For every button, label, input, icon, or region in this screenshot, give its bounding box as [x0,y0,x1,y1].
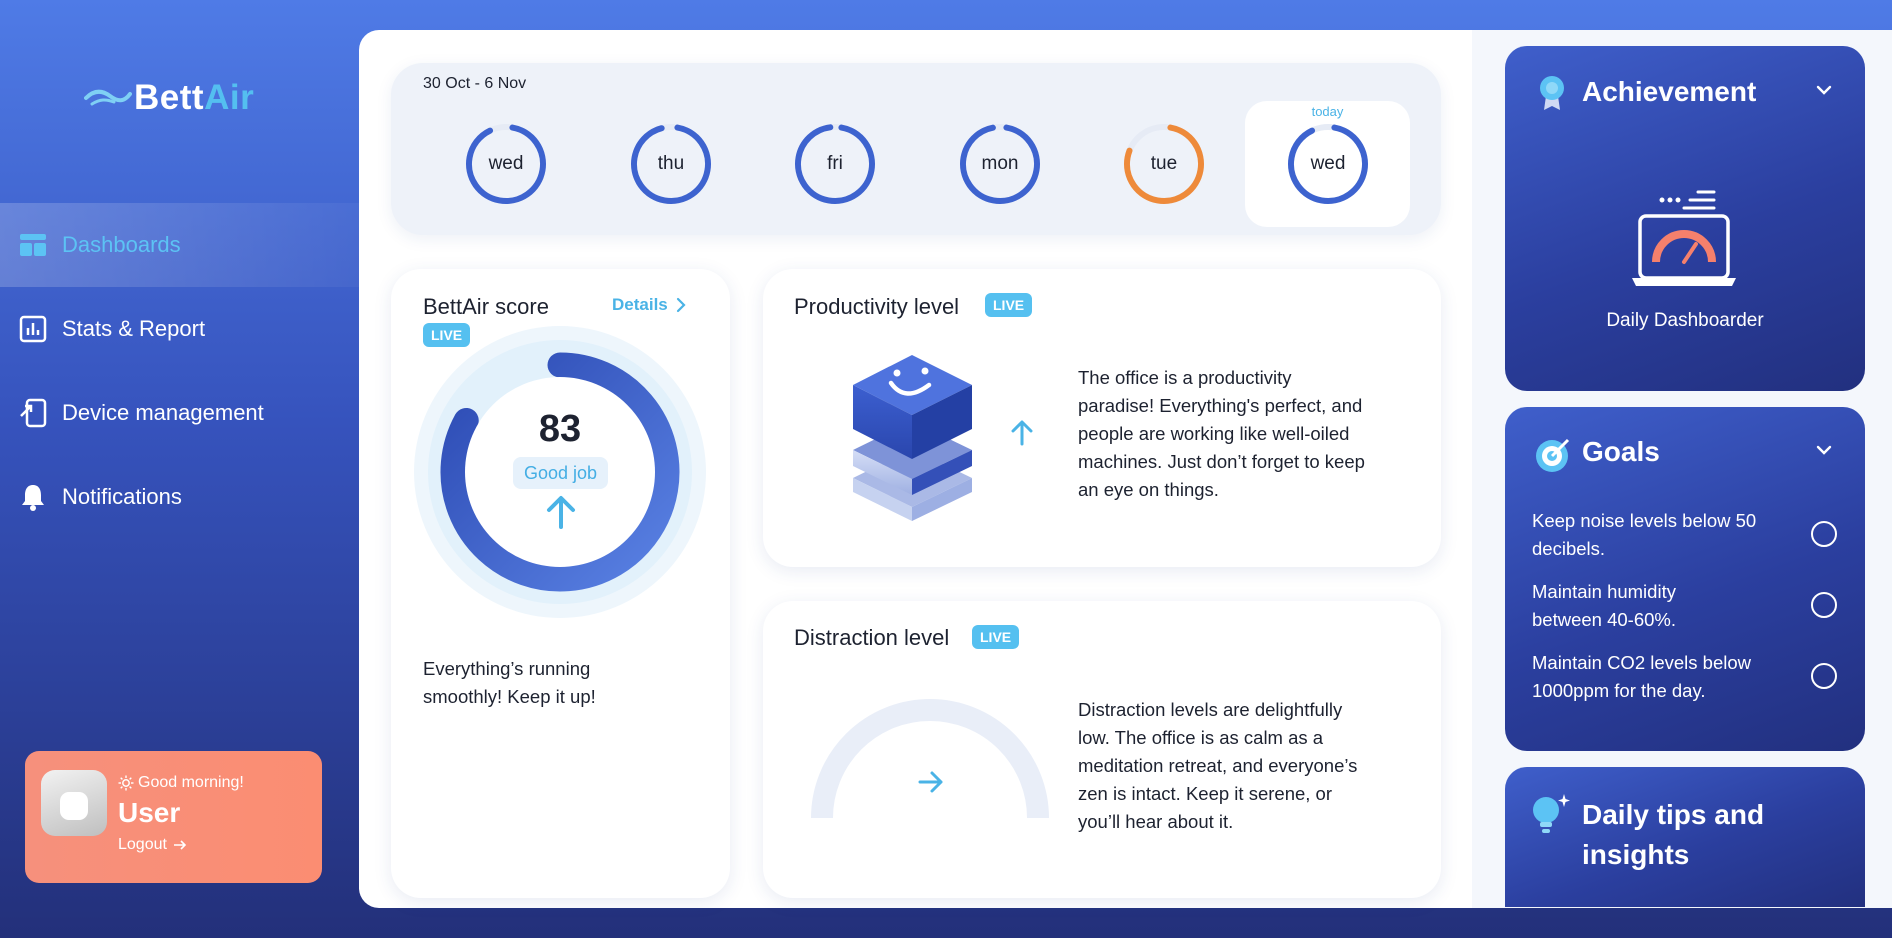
day-label: wed [1310,153,1346,174]
user-card: Good morning! User Logout [25,751,322,883]
chevron-right-icon [676,297,686,313]
greeting: Good morning! [118,774,244,792]
day-label: mon [981,153,1019,174]
sidebar-item-label: Stats & Report [62,316,206,341]
goal-item: Maintain humidity between 40-60%. [1532,578,1676,634]
logout-button[interactable]: Logout [118,836,187,854]
distraction-text-line: Distraction levels are delightfully [1078,699,1343,720]
productivity-text-line: people are working like well-oiled [1078,423,1350,444]
distraction-text: Distraction levels are delightfully low.… [1078,696,1357,836]
day-ring[interactable]: fri [793,122,877,206]
day-label: tue [1150,153,1178,174]
goal-text-line: 1000ppm for the day. [1532,680,1706,701]
sun-icon [118,775,134,791]
sidebar: BettAir Dashboards Stats & Report Device… [0,0,360,938]
goal-checkbox[interactable] [1811,521,1837,547]
arrow-up-icon [547,496,575,529]
live-badge: LIVE [972,625,1020,649]
bell-icon [18,482,48,512]
laptop-gauge-icon [1632,190,1736,286]
achievement-item: Daily Dashboarder [1606,310,1764,331]
sidebar-item-label: Notifications [62,484,182,509]
goal-text-line: between 40-60%. [1532,609,1676,630]
sidebar-item-dashboards[interactable]: Dashboards [0,203,360,287]
dashboard-icon [18,230,48,260]
live-badge: LIVE [985,293,1033,317]
goal-text-line: decibels. [1532,538,1606,559]
logout-label: Logout [118,836,167,853]
goal-text-line: Maintain humidity [1532,581,1676,602]
wave-logo-icon [84,89,132,106]
brand-name-part2: Air [204,78,255,117]
goal-checkbox[interactable] [1811,592,1837,618]
score-message-line: Everything’s running [423,658,591,679]
goal-item: Keep noise levels below 50 decibels. [1532,507,1756,563]
date-range: 30 Oct - 6 Nov [423,75,527,92]
day-ring[interactable]: thu [629,122,713,206]
day-label: thu [657,153,685,174]
tips-title-line: insights [1582,839,1690,870]
today-label: today [1311,104,1344,119]
distraction-text-line: zen is intact. Keep it serene, or [1078,783,1332,804]
sidebar-item-device-management[interactable]: Device management [0,371,360,455]
distraction-text-line: meditation retreat, and everyone’s [1078,755,1358,776]
score-value: 83 [538,408,582,450]
sidebar-item-stats[interactable]: Stats & Report [0,287,360,371]
day-label: fri [827,153,843,174]
day-ring-today[interactable]: wed [1286,122,1370,206]
details-label: Details [612,295,668,314]
sidebar-item-label: Device management [62,400,264,425]
goal-checkbox[interactable] [1811,663,1837,689]
greeting-text: Good morning! [138,774,244,791]
goal-item: Maintain CO2 levels below 1000ppm for th… [1532,649,1751,705]
avatar[interactable] [41,770,107,836]
goal-text-line: Maintain CO2 levels below [1532,652,1752,673]
distraction-text-line: low. The office is as calm as a [1078,727,1324,748]
arrow-right-icon [918,771,943,793]
day-ring[interactable]: mon [958,122,1042,206]
productivity-text-line: an eye on things. [1078,479,1219,500]
brand-name-part1: Bett [134,78,205,117]
distraction-gauge [811,699,1049,819]
arrow-up-icon [1011,420,1033,446]
medal-icon [1540,76,1564,110]
distraction-text-line: you’ll hear about it. [1078,811,1234,832]
productivity-text: The office is a productivity paradise! E… [1078,364,1365,504]
score-message-line: smoothly! Keep it up! [423,686,596,707]
user-name: User [118,797,181,828]
productivity-text-line: The office is a productivity [1078,367,1292,388]
device-icon [18,398,48,428]
stack-illustration [853,355,972,521]
day-label: wed [488,153,524,174]
goal-text-line: Keep noise levels below 50 [1532,510,1757,531]
score-card-title: BettAir score [423,294,549,319]
target-icon [1536,438,1570,472]
distraction-title: Distraction level [794,625,950,650]
bar-chart-icon [18,314,48,344]
arrow-right-icon [173,840,187,850]
chevron-down-icon[interactable] [1813,439,1835,461]
productivity-text-line: paradise! Everything's perfect, and [1078,395,1363,416]
goals-title: Goals [1582,436,1660,467]
productivity-title: Productivity level [794,294,960,319]
sidebar-item-notifications[interactable]: Notifications [0,455,360,539]
details-link[interactable]: Details [612,295,686,315]
tips-title-line: Daily tips and [1582,799,1765,830]
day-ring[interactable]: tue [1122,122,1206,206]
lightbulb-icon [1533,794,1570,833]
score-badge: Good job [513,457,608,489]
brand-logo[interactable]: BettAir [84,78,254,118]
achievement-title: Achievement [1582,76,1757,107]
sidebar-item-label: Dashboards [62,232,181,257]
chevron-down-icon[interactable] [1813,79,1835,101]
productivity-text-line: machines. Just don’t forget to keep [1078,451,1365,472]
tips-title: Daily tips and insights [1582,795,1764,875]
sidebar-nav: Dashboards Stats & Report Device managem… [0,203,360,539]
score-message: Everything’s running smoothly! Keep it u… [423,655,596,711]
day-ring[interactable]: wed [464,122,548,206]
